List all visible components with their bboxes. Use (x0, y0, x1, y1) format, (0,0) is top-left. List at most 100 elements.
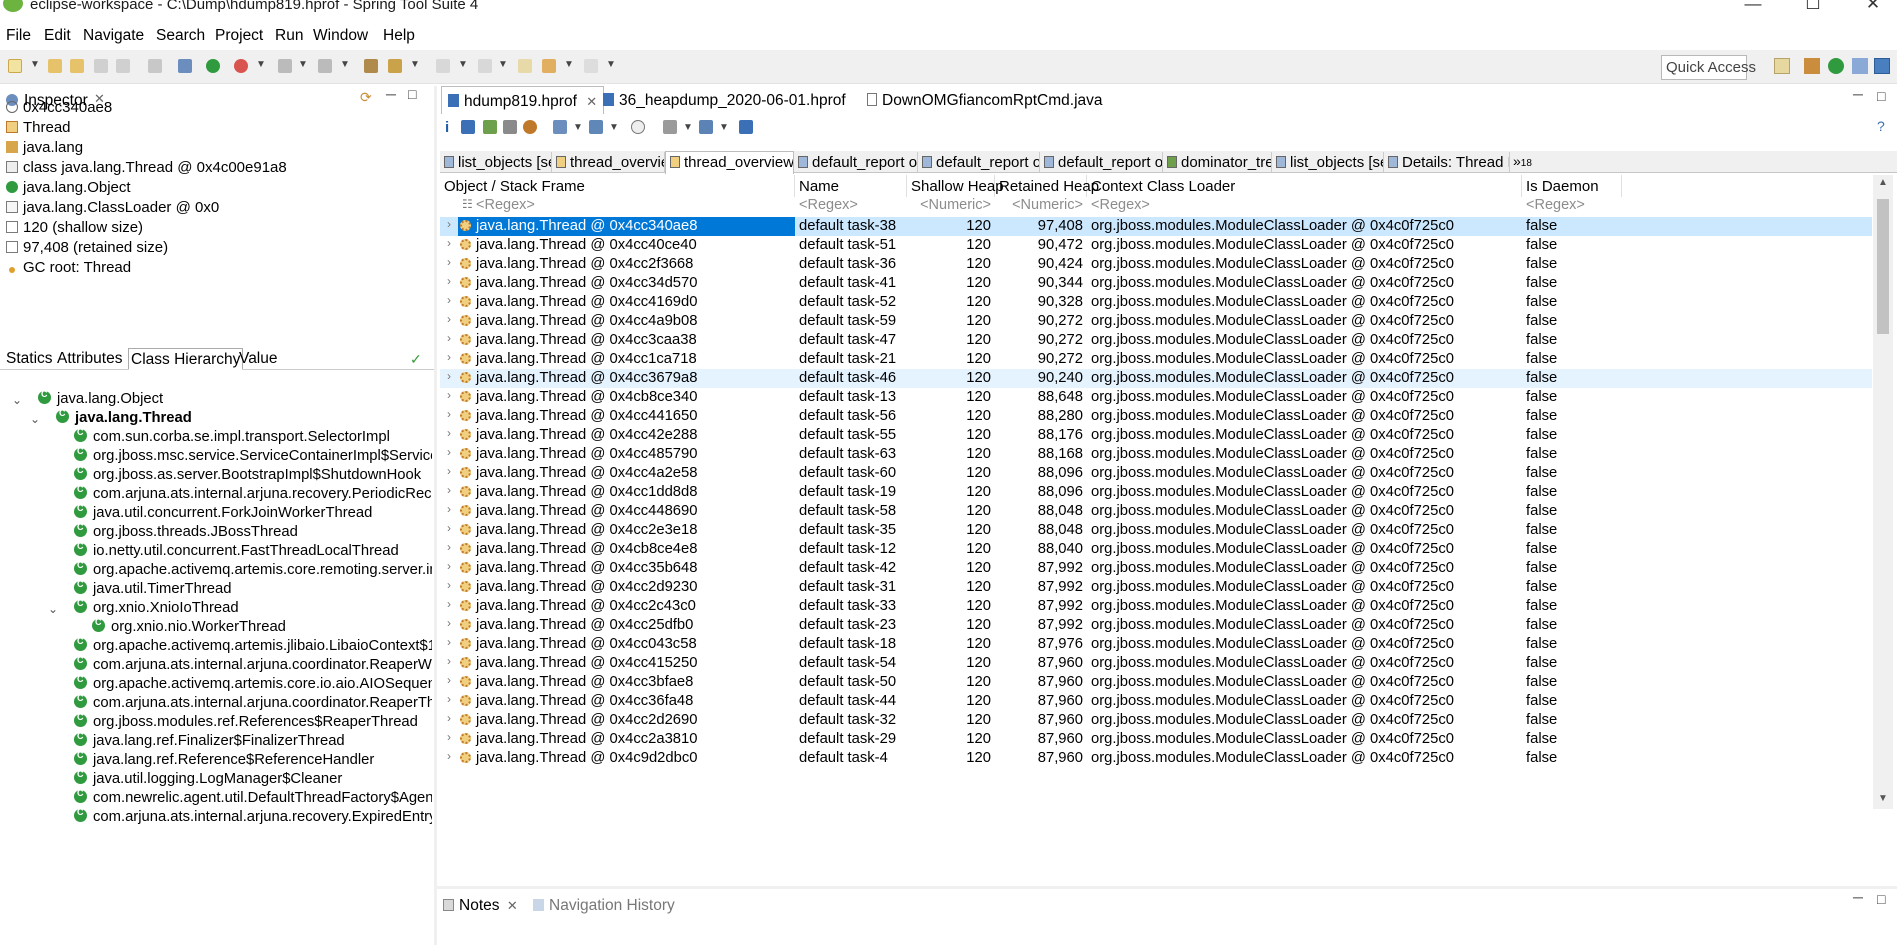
tab-statics[interactable]: Statics (6, 350, 53, 370)
minimize-icon[interactable]: — (1733, 0, 1773, 14)
tree-node[interactable]: org.apache.activemq.artemis.core.io.aio.… (74, 674, 432, 695)
table-row[interactable]: › java.lang.Thread @ 0x4cc2c43c0 default t… (440, 597, 1872, 616)
mat-tab[interactable]: dominator_tree (1163, 152, 1272, 173)
table-row[interactable]: › java.lang.Thread @ 0x4cc340ae8 default t… (440, 217, 1872, 236)
open-perspective-icon[interactable] (1774, 58, 1790, 74)
expand-row-icon[interactable]: › (447, 711, 451, 725)
table-row[interactable]: › java.lang.Thread @ 0x4cc2a3810 default t… (440, 730, 1872, 749)
table-row[interactable]: › java.lang.Thread @ 0x4c9d2dbc0 default t… (440, 749, 1872, 768)
expand-row-icon[interactable]: › (447, 388, 451, 402)
expand-row-icon[interactable]: › (447, 673, 451, 687)
table-scrollbar[interactable]: ▲ ▼ (1873, 175, 1893, 809)
query-browser-icon[interactable] (589, 120, 603, 134)
prev-dropdown-icon[interactable]: ▼ (498, 59, 508, 70)
menu-help[interactable]: Help (383, 27, 415, 45)
tree-node[interactable]: com.arjuna.ats.internal.arjuna.coordinat… (74, 693, 432, 714)
filter-daemon[interactable]: <Regex> (1526, 197, 1585, 217)
spring-perspective-icon[interactable] (1828, 58, 1844, 74)
tree-node[interactable]: org.apache.activemq.artemis.jlibaio.Liba… (74, 636, 432, 657)
tab-notes[interactable]: Notes ✕ (443, 897, 518, 915)
tree-node[interactable]: org.xnio.nio.WorkerThread (92, 617, 286, 638)
filter-classloader[interactable]: <Regex> (1091, 197, 1150, 217)
tree-node[interactable]: com.arjuna.ats.internal.arjuna.recovery.… (74, 484, 432, 505)
export-icon[interactable] (699, 120, 713, 134)
scroll-up-icon[interactable]: ▲ (1878, 177, 1888, 188)
minimize-bottom-icon[interactable]: ─ (1853, 889, 1863, 905)
quick-access-field[interactable]: Quick Access (1661, 55, 1756, 80)
table-row[interactable]: › java.lang.Thread @ 0x4cc1dd8d8 default t… (440, 483, 1872, 502)
mat-tab[interactable]: default_report o... (918, 152, 1040, 173)
minimize-editor-icon[interactable]: ─ (1853, 86, 1863, 102)
tree-node[interactable]: java.util.TimerThread (74, 579, 231, 600)
debug-icon[interactable] (234, 59, 248, 73)
tree-node[interactable]: org.jboss.msc.service.ServiceContainerIm… (74, 446, 432, 467)
tab-java-file[interactable]: DownOMGfiancomRptCmd.java (867, 92, 1103, 110)
expand-row-icon[interactable]: › (447, 730, 451, 744)
maximize-view-icon[interactable]: □ (408, 86, 416, 102)
expand-row-icon[interactable]: › (447, 692, 451, 706)
table-row[interactable]: › java.lang.Thread @ 0x4cc4169d0 default t… (440, 293, 1872, 312)
col-header-name[interactable]: Name (795, 175, 907, 197)
stop-dropdown-icon[interactable]: ▼ (298, 59, 308, 70)
tree-node[interactable]: java.lang.ref.Reference$ReferenceHandler (74, 750, 374, 771)
tree-node[interactable]: org.jboss.threads.JBossThread (74, 522, 298, 543)
table-row[interactable]: › java.lang.Thread @ 0x4cc3679a8 default t… (440, 369, 1872, 388)
maximize-bottom-icon[interactable]: □ (1877, 891, 1885, 907)
save-icon[interactable] (94, 59, 108, 73)
open-type-icon[interactable] (364, 59, 378, 73)
run-config-icon[interactable] (318, 59, 332, 73)
tree-node[interactable]: com.newrelic.agent.util.DefaultThreadFac… (74, 788, 432, 809)
tab-class-hierarchy[interactable]: Class Hierarchy (128, 348, 244, 370)
close-icon[interactable]: ✕ (586, 94, 597, 109)
expand-row-icon[interactable]: › (447, 255, 451, 269)
expand-row-icon[interactable]: › (447, 369, 451, 383)
java-perspective-icon[interactable] (1804, 58, 1820, 74)
filter-object[interactable]: <Regex> (476, 197, 535, 217)
tree-expand-icon[interactable]: ⌄ (30, 412, 40, 426)
table-row[interactable]: › java.lang.Thread @ 0x4cb8ce4e8 default t… (440, 540, 1872, 559)
link-icon[interactable]: ⟳ (360, 89, 372, 106)
scrollbar-thumb[interactable] (1877, 199, 1889, 334)
menu-search[interactable]: Search (156, 27, 205, 45)
mat-tab[interactable]: list_objects [se... (440, 152, 552, 173)
tree-node[interactable]: java.util.concurrent.ForkJoinWorkerThrea… (74, 503, 372, 524)
search-dropdown-icon[interactable]: ▼ (410, 59, 420, 70)
table-row[interactable]: › java.lang.Thread @ 0x4cb8ce340 default t… (440, 388, 1872, 407)
col-header-shallow[interactable]: Shallow Heap (907, 175, 1004, 197)
group-dropdown-icon[interactable]: ▼ (683, 122, 693, 133)
histogram-icon[interactable] (461, 120, 475, 134)
scroll-down-icon[interactable]: ▼ (1878, 793, 1888, 804)
tab-attributes[interactable]: Attributes (57, 350, 122, 370)
expand-row-icon[interactable]: › (447, 331, 451, 345)
spring-boot-icon[interactable] (206, 59, 220, 73)
expand-row-icon[interactable]: › (447, 578, 451, 592)
expand-row-icon[interactable]: › (447, 597, 451, 611)
console-icon[interactable] (178, 59, 192, 73)
minimize-view-icon[interactable]: ─ (386, 86, 396, 102)
export-dropdown-icon[interactable]: ▼ (719, 122, 729, 133)
table-row[interactable]: › java.lang.Thread @ 0x4cc485790 default t… (440, 445, 1872, 464)
expand-row-icon[interactable]: › (447, 540, 451, 554)
tab-navigation-history[interactable]: Navigation History (533, 897, 675, 915)
next-annotation-icon[interactable] (436, 59, 450, 73)
expand-row-icon[interactable]: › (447, 654, 451, 668)
col-header-classloader[interactable]: Context Class Loader (1087, 175, 1522, 197)
col-header-retained[interactable]: Retained Heap (995, 175, 1099, 197)
filter-name[interactable]: <Regex> (799, 197, 858, 217)
stop-icon[interactable] (278, 59, 292, 73)
expand-row-icon[interactable]: › (447, 445, 451, 459)
tree-node[interactable]: com.sun.corba.se.impl.transport.Selector… (74, 427, 390, 448)
filter-shallow[interactable]: <Numeric> (907, 197, 991, 217)
mat-tab[interactable]: thread_overview (552, 152, 665, 173)
table-row[interactable]: › java.lang.Thread @ 0x4cc4a2e58 default t… (440, 464, 1872, 483)
thread-overview-icon[interactable] (523, 120, 537, 134)
table-row[interactable]: › java.lang.Thread @ 0x4cc40ce40 default t… (440, 236, 1872, 255)
search-tool-icon[interactable] (388, 59, 402, 73)
menu-run[interactable]: Run (275, 27, 303, 45)
close-icon[interactable]: ✕ (1853, 0, 1893, 14)
table-row[interactable]: › java.lang.Thread @ 0x4cc441650 default t… (440, 407, 1872, 426)
debug-dropdown-icon[interactable]: ▼ (256, 59, 266, 70)
mat-perspective-icon[interactable] (1874, 58, 1890, 74)
run-dropdown-icon[interactable]: ▼ (340, 59, 350, 70)
expand-row-icon[interactable]: › (447, 464, 451, 478)
